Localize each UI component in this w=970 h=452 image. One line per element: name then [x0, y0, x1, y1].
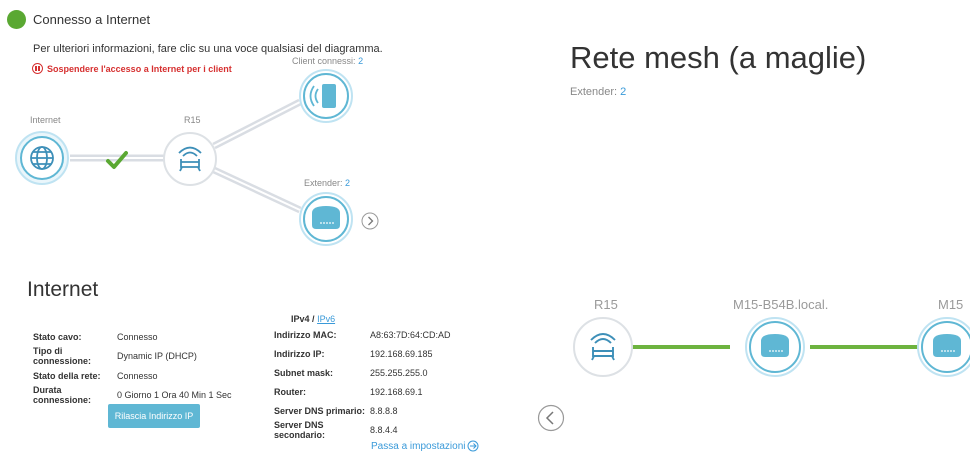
- internet-section-title: Internet: [27, 278, 99, 301]
- internet-node[interactable]: [14, 130, 70, 186]
- detail-value: 255.255.255.0: [370, 367, 428, 378]
- tab-ipv6[interactable]: IPv6: [317, 314, 335, 324]
- detail-row: Indirizzo IP: 192.168.69.185: [274, 344, 451, 363]
- detail-row: Server DNS secondario: 8.8.4.4: [274, 420, 451, 440]
- extender-node[interactable]: [298, 191, 354, 247]
- detail-value: Dynamic IP (DHCP): [117, 351, 197, 361]
- detail-row: Server DNS primario: 8.8.8.8: [274, 401, 451, 420]
- detail-value: Connesso: [117, 331, 158, 342]
- mesh-node-r15[interactable]: [572, 316, 634, 378]
- tab-ipv4[interactable]: IPv4: [291, 314, 310, 324]
- clients-node[interactable]: [298, 68, 354, 124]
- clients-count: 2: [358, 56, 364, 66]
- router-node-label: R15: [184, 115, 201, 125]
- mesh-node-m15-b54b[interactable]: [744, 316, 806, 378]
- detail-row: Stato cavo: Connesso: [33, 327, 232, 346]
- router-node[interactable]: [162, 131, 218, 187]
- detail-label: Tipo di connessione:: [33, 346, 92, 366]
- mesh-extender-count: Extender: 2: [570, 86, 627, 98]
- mesh-node-m15[interactable]: [916, 316, 970, 378]
- tab-separator: /: [312, 314, 315, 324]
- detail-label: Indirizzo MAC:: [274, 329, 337, 340]
- detail-value: 8.8.4.4: [370, 425, 398, 435]
- detail-label: Durata connessione:: [33, 385, 92, 405]
- network-diagram: [70, 98, 302, 214]
- diagram-next-button[interactable]: [361, 212, 379, 230]
- mesh-prev-button[interactable]: [537, 404, 565, 432]
- mesh-extender-icon: [312, 206, 340, 229]
- detail-row: Subnet mask: 255.255.255.0: [274, 363, 451, 382]
- detail-label: Stato della rete:: [33, 370, 101, 381]
- mesh-extender-icon: [933, 334, 961, 357]
- detail-value: 0 Giorno 1 Ora 40 Min 1 Sec: [117, 390, 232, 400]
- detail-label: Server DNS primario:: [274, 405, 366, 416]
- arrow-right-circle-icon: [467, 440, 478, 452]
- mesh-node-label: M15: [938, 297, 964, 312]
- detail-label: Indirizzo IP:: [274, 348, 325, 359]
- release-ip-button[interactable]: Rilascia Indirizzo IP: [108, 404, 200, 428]
- detail-row: Router: 192.168.69.1: [274, 382, 451, 401]
- detail-value: 192.168.69.185: [370, 348, 433, 359]
- ip-version-tabs: IPv4 / IPv6: [291, 314, 335, 324]
- detail-row: Stato della rete: Connesso: [33, 366, 232, 385]
- detail-label: Subnet mask:: [274, 367, 334, 378]
- detail-value: 8.8.8.8: [370, 405, 398, 416]
- extender-label: Extender: 2: [304, 178, 351, 188]
- detail-row: Indirizzo MAC: A8:63:7D:64:CD:AD: [274, 325, 451, 344]
- extender-count: 2: [345, 178, 351, 188]
- internet-left-details: Stato cavo: Connesso Tipo di connessione:…: [33, 327, 232, 406]
- detail-label: Stato cavo:: [33, 331, 82, 342]
- internet-node-label: Internet: [30, 115, 61, 125]
- mesh-title: Rete mesh (a maglie): [570, 40, 867, 75]
- clients-label: Client connessi: 2: [292, 56, 364, 66]
- goto-settings-link[interactable]: Passa a impostazioni: [371, 440, 479, 452]
- detail-value: A8:63:7D:64:CD:AD: [370, 329, 451, 340]
- internet-right-details: Indirizzo MAC: A8:63:7D:64:CD:AD Indirizz…: [274, 325, 451, 441]
- detail-value: 192.168.69.1: [370, 386, 423, 397]
- mesh-extender-icon: [761, 334, 789, 357]
- mesh-node-label: R15: [594, 297, 618, 312]
- detail-row: Durata connessione: 0 Giorno 1 Ora 40 Min…: [33, 385, 232, 405]
- detail-label: Server DNS secondario:: [274, 420, 326, 440]
- mesh-node-label: M15-B54B.local.: [733, 297, 829, 312]
- detail-row: Tipo di connessione: Dynamic IP (DHCP): [33, 346, 232, 366]
- detail-value: Connesso: [117, 370, 158, 381]
- detail-label: Router:: [274, 386, 306, 397]
